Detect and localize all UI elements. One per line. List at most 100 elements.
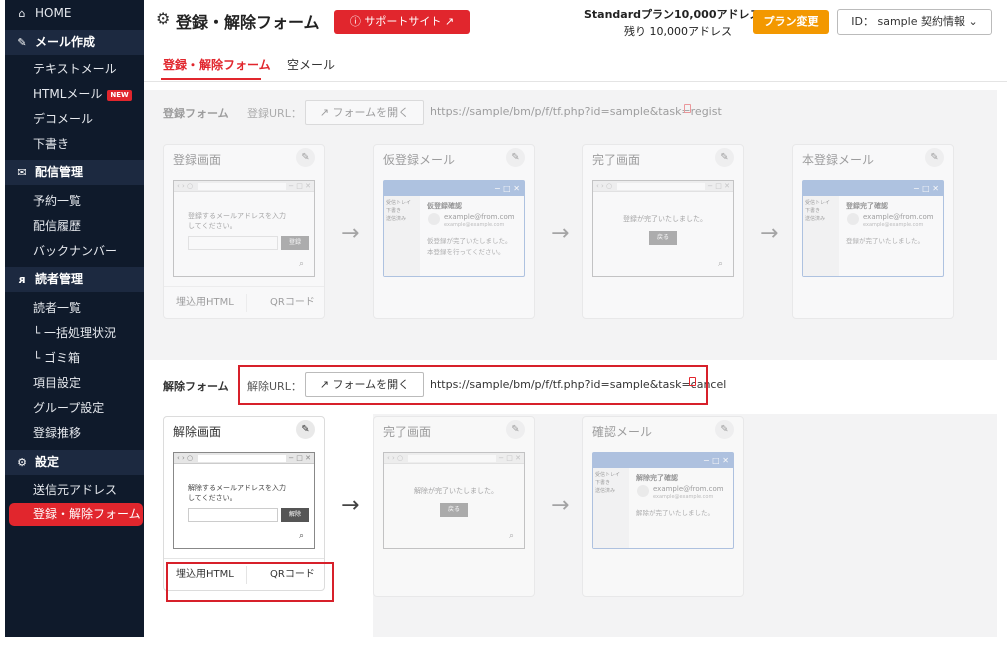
mail-body: 仮登録が完了いたしました。 本登録を行ってください。 [427,236,512,258]
account-dropdown[interactable]: ID： sample 契約情報 ⌄ [837,9,992,35]
open-form-label: フォームを開く [332,106,410,119]
plan-change-button[interactable]: プラン変更 [753,10,829,34]
mail-subject: 仮登録確認 [427,202,462,210]
right-arrow-icon: → [341,493,360,518]
address-bar [198,183,286,190]
sidebar-item-field-settings[interactable]: 項目設定 [5,371,144,396]
tab-empty-mail[interactable]: 空メール [287,56,335,73]
account-label: ID： sample 契約情報 [851,15,965,28]
mail-window-bar: − □ ✕ [803,181,943,196]
final-register-mail-card: 本登録メール ✎ − □ ✕ 受信トレイ 下書き 送信済み 登録完了確認 examp… [792,144,954,319]
browser-nav: ‹ › ○ [177,454,194,462]
plan-name: Standardプラン10,000アドレス [584,8,761,21]
embed-html-link[interactable]: 埋込用HTML [176,287,234,319]
sidebar-item-delivery-history[interactable]: 配信履歴 [5,214,144,239]
mail-preview: − □ ✕ 受信トレイ 下書き 送信済み 仮登録確認 example@from.co… [383,180,525,277]
preview-button: 解除 [281,508,309,522]
sidebar-item-home[interactable]: ⌂ HOME [5,1,144,26]
window-controls: − □ ✕ [288,182,311,190]
sidebar-item-back-number[interactable]: バックナンバー [5,239,144,264]
folder-inbox: 受信トレイ [595,472,621,478]
tab-register-cancel[interactable]: 登録・解除フォーム [163,56,271,73]
sidebar-item-label: バックナンバー [33,244,118,258]
sidebar-item-text-mail[interactable]: テキストメール [5,57,144,82]
folder-inbox: 受信トレイ [386,200,412,206]
mail-body-line: 解除が完了いたしました。 [636,509,714,517]
mail-from: example@from.com example@example.com [863,213,934,229]
sidebar-item-html-mail[interactable]: HTMLメール NEW [5,82,144,107]
edit-pencil-icon[interactable]: ✎ [506,148,525,167]
address-bar [408,455,496,462]
right-arrow-icon: → [551,221,570,246]
sidebar-item-label: 配信履歴 [33,219,82,233]
browser-bar: ‹ › ○ − □ ✕ [174,453,314,464]
edit-pencil-icon[interactable]: ✎ [715,148,734,167]
chevron-down-icon: ⌄ [964,15,978,28]
sidebar-item-reservation-list[interactable]: 予約一覧 [5,189,144,214]
sidebar-item-reader-list[interactable]: 読者一覧 [5,296,144,321]
qr-code-link[interactable]: QRコード [270,287,315,319]
sidebar-item-draft[interactable]: 下書き [5,132,144,157]
browser-nav: ‹ › ○ [596,182,613,190]
external-link-icon: ↗ [319,106,333,119]
card-title: 本登録メール [802,153,875,167]
cancel-confirm-mail-card: 確認メール ✎ − □ ✕ 受信トレイ 下書き 送信済み 解除完了確認 exampl… [582,416,744,597]
sidebar-section-delivery[interactable]: ✉ 配信管理 [5,160,144,185]
sidebar-section-label: 設定 [35,455,60,469]
avatar [847,213,859,225]
highlight-embed-qr [166,562,334,602]
sidebar-item-label: HTMLメール [33,87,103,101]
register-url[interactable]: https://sample/bm/p/f/tf.php?id=sample&t… [430,105,722,118]
browser-bar: ‹ › ○ − □ ✕ [384,453,524,464]
temp-register-mail-card: 仮登録メール ✎ − □ ✕ 受信トレイ 下書き 送信済み 仮登録確認 exampl… [373,144,535,319]
window-controls: − □ ✕ [707,182,730,190]
edit-pencil-icon[interactable]: ✎ [506,420,525,439]
sidebar-item-sender-address[interactable]: 送信元アドレス [5,478,144,503]
browser-bar: ‹ › ○ − □ ✕ [174,181,314,192]
register-open-form-button[interactable]: ↗ フォームを開く [305,100,424,125]
preview-input [188,508,278,522]
sidebar-section-label: 配信管理 [35,165,84,179]
sidebar-item-deco-mail[interactable]: デコメール [5,107,144,132]
browser-preview: ‹ › ○ − □ ✕ 解除が完了いたしました。 戻る ⌕ [383,452,525,549]
sidebar-item-group-settings[interactable]: グループ設定 [5,396,144,421]
edit-pencil-icon[interactable]: ✎ [296,148,315,167]
copy-icon[interactable] [684,104,691,113]
support-site-button[interactable]: ⓘ サポートサイト ↗ [334,10,470,34]
browser-preview: ‹ › ○ − □ ✕ 解除するメールアドレスを入力してください。 解除 ⌕ [173,452,315,549]
cancel-complete-card: 完了画面 ✎ ‹ › ○ − □ ✕ 解除が完了いたしました。 戻る ⌕ [373,416,535,597]
mail-preview: − □ ✕ 受信トレイ 下書き 送信済み 解除完了確認 example@from.c… [592,452,734,549]
sidebar-section-reader[interactable]: ᴙ 読者管理 [5,267,144,292]
right-arrow-icon: → [551,493,570,518]
mail-window-bar: − □ ✕ [593,453,733,468]
sidebar-item-batch-status[interactable]: └ 一括処理状況 [5,321,144,346]
avatar [637,485,649,497]
mail-subject: 登録完了確認 [846,202,888,210]
remaining-addresses: 残り 10,000アドレス [624,25,732,38]
gear-icon: ⚙ [17,456,27,469]
sidebar-item-form-active[interactable]: 登録・解除フォーム [9,503,143,526]
preview-button: 登録 [281,236,309,250]
preview-text: 解除が完了いたしました。 [414,487,498,495]
browser-preview: ‹ › ○ − □ ✕ 登録するメールアドレスを入力してください。 登録 ⌕ [173,180,315,277]
cancel-form-label: 解除フォーム [163,380,229,393]
edit-pencil-icon[interactable]: ✎ [715,420,734,439]
search-icon: ⌕ [509,531,515,541]
sidebar-item-registration-trend[interactable]: 登録推移 [5,421,144,446]
from-address: example@from.com [444,213,515,221]
from-sub: example@example.com [444,222,505,228]
sidebar-section-mail[interactable]: ✎ メール作成 [5,30,144,55]
sidebar-item-trash[interactable]: └ ゴミ箱 [5,346,144,371]
header: ⚙ 登録・解除フォーム ⓘ サポートサイト ↗ Standardプラン10,00… [144,0,1007,40]
sidebar-section-settings[interactable]: ⚙ 設定 [5,450,144,475]
help-circle-icon: ⓘ [349,15,365,28]
edit-pencil-icon[interactable]: ✎ [296,420,315,439]
edit-pencil-icon[interactable]: ✎ [925,148,944,167]
mail-from: example@from.com example@example.com [444,213,515,229]
from-sub: example@example.com [653,494,714,500]
browser-nav: ‹ › ○ [177,182,194,190]
pencil-icon: ✎ [17,36,27,49]
folder-sent: 送信済み [386,216,407,222]
mail-body: 登録が完了いたしました。 [846,236,924,247]
browser-bar: ‹ › ○ − □ ✕ [593,181,733,192]
